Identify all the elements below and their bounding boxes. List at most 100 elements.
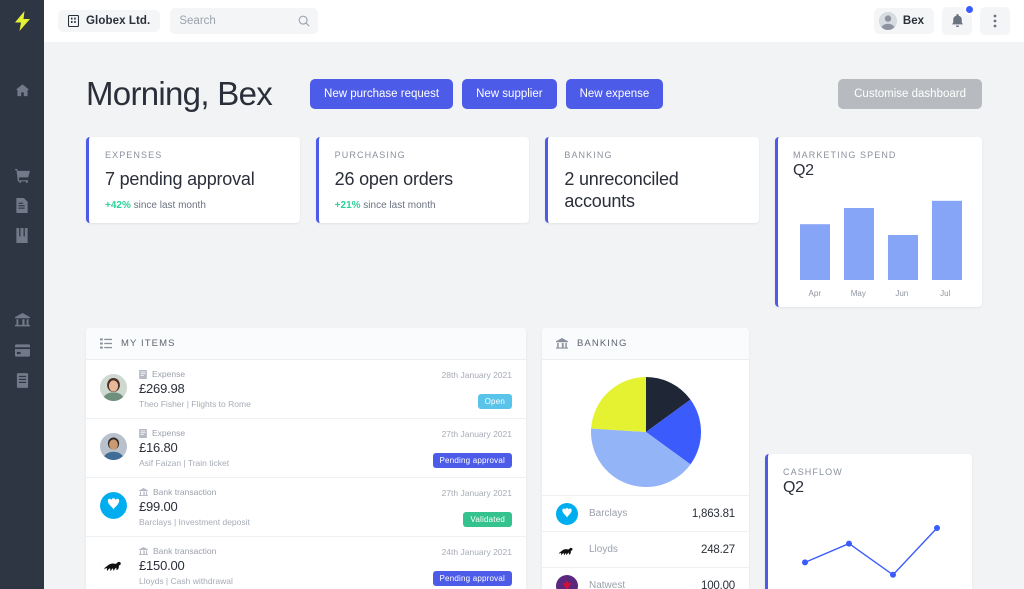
banking-panel: BANKING Barclays 1,863.81 Lloyds 248.27 Natw… (542, 328, 749, 589)
table-row[interactable]: Bank transaction £150.00 Lloyds | Cash wit… (86, 537, 526, 589)
topbar: Globex Ltd. Search Bex (44, 0, 1024, 42)
natwest-icon (556, 574, 578, 589)
pie-slice (590, 376, 646, 432)
item-body: Expense £269.98 Theo Fisher | Flights to R… (139, 369, 442, 409)
sidebar-nav (0, 75, 44, 395)
sidebar-item-cards[interactable] (0, 335, 44, 365)
stat-value: 2 unreconciled accounts (564, 169, 679, 211)
avatar (100, 433, 127, 460)
table-row[interactable]: Expense £269.98 Theo Fisher | Flights to R… (86, 360, 526, 419)
item-kind-label: Expense (152, 428, 186, 438)
status-badge: Open (477, 394, 512, 409)
building-icon (68, 15, 79, 27)
status-badge: Validated (463, 512, 512, 527)
stat-delta-suffix: since last month (130, 199, 206, 211)
marketing-spend-chart-card: MARKETING SPEND Q2 Apr May Jun Jul (775, 137, 983, 307)
layout-spacer (765, 328, 972, 438)
avatar (100, 492, 127, 519)
dashboard-app: Globex Ltd. Search Bex Morning, Bex New … (0, 0, 1024, 589)
search-input[interactable]: Search (170, 8, 319, 34)
sidebar-item-purchasing[interactable] (0, 160, 44, 190)
sidebar-item-ledger[interactable] (0, 220, 44, 250)
bank-name: Natwest (589, 580, 626, 589)
item-kind: Bank transaction (139, 546, 433, 556)
cashflow-chart-card: CASHFLOW Q2 Apr May Jun Jul (765, 454, 972, 589)
item-amount: £150.00 (139, 558, 185, 573)
dashboard-content: Morning, Bex New purchase request New su… (44, 42, 1024, 589)
bank-accounts-list: Barclays 1,863.81 Lloyds 248.27 Natwest 100.0… (542, 495, 749, 589)
banking-pie-chart (542, 360, 749, 495)
stat-delta: +21% since last month (335, 200, 514, 211)
sidebar (0, 0, 44, 589)
sidebar-item-home[interactable] (0, 75, 44, 105)
item-date: 27th January 2021 (441, 429, 512, 439)
charts-column: CASHFLOW Q2 Apr May Jun Jul (765, 328, 972, 589)
my-items-panel: MY ITEMS Expense £269.98 Theo Fisher | Fli… (86, 328, 526, 589)
main-column: Globex Ltd. Search Bex Morning, Bex New … (44, 0, 1024, 589)
sidebar-item-invoices[interactable] (0, 190, 44, 220)
item-meta: 27th January 2021 Pending approval (432, 428, 512, 468)
user-menu[interactable]: Bex (873, 8, 934, 34)
stat-card-banking[interactable]: BANKING 2 unreconciled accounts (545, 137, 760, 223)
data-point (890, 571, 896, 578)
my-items-list: Expense £269.98 Theo Fisher | Flights to R… (86, 360, 526, 589)
app-logo[interactable] (0, 0, 44, 42)
stat-label: BANKING (564, 150, 613, 160)
sidebar-item-banking[interactable] (0, 305, 44, 335)
bank-balance: 248.27 (701, 543, 735, 556)
stats-row: EXPENSES 7 pending approval +42% since l… (86, 137, 983, 307)
notification-dot (964, 4, 975, 15)
banking-header: BANKING (542, 328, 749, 360)
table-row[interactable]: Bank transaction £99.00 Barclays | Investm… (86, 478, 526, 537)
item-description: Asif Faizan | Train ticket (139, 458, 230, 468)
new-purchase-request-button[interactable]: New purchase request (310, 79, 454, 109)
data-point (802, 559, 808, 566)
bar-chart (793, 190, 967, 285)
org-switcher[interactable]: Globex Ltd. (58, 10, 161, 32)
more-menu-button[interactable] (980, 7, 1010, 35)
item-date: 24th January 2021 (441, 547, 512, 557)
bank-name: Lloyds (589, 544, 618, 555)
axis-tick: Jul (940, 289, 951, 298)
page-title: Morning, Bex (86, 75, 273, 112)
notifications-button[interactable] (942, 4, 975, 35)
stat-card-purchasing[interactable]: PURCHASING 26 open orders +21% since las… (315, 137, 530, 223)
item-kind: Expense (139, 369, 442, 379)
chart-kicker: CASHFLOW (783, 467, 843, 477)
pie-chart-svg (590, 376, 701, 487)
stat-value: 7 pending approval (105, 169, 255, 189)
list-item[interactable]: Natwest 100.00 (542, 567, 749, 589)
list-icon (16, 372, 28, 388)
barclays-eagle-icon (556, 502, 578, 525)
home-icon (15, 83, 29, 96)
org-name: Globex Ltd. (86, 15, 151, 27)
bank-icon (556, 337, 568, 350)
chart-period: Q2 (793, 162, 814, 179)
item-amount: £99.00 (139, 499, 178, 514)
item-kind: Bank transaction (139, 487, 442, 497)
stat-card-expenses[interactable]: EXPENSES 7 pending approval +42% since l… (86, 137, 300, 223)
quick-actions: New purchase request New supplier New ex… (310, 79, 664, 109)
sidebar-item-reports[interactable] (0, 365, 44, 395)
list-item[interactable]: Lloyds 248.27 (542, 531, 749, 567)
item-meta: 24th January 2021 Pending approval (432, 546, 512, 586)
list-icon (100, 338, 112, 349)
more-vertical-icon (993, 14, 997, 28)
card-icon (14, 343, 30, 357)
line-chart (783, 507, 957, 589)
new-supplier-button[interactable]: New supplier (462, 79, 557, 109)
item-kind: Expense (139, 428, 433, 438)
list-item[interactable]: Barclays 1,863.81 (542, 495, 749, 531)
item-kind-label: Bank transaction (153, 487, 217, 497)
customise-dashboard-button[interactable]: Customise dashboard (838, 79, 982, 109)
item-description: Theo Fisher | Flights to Rome (139, 399, 251, 409)
stat-value: 26 open orders (334, 169, 453, 189)
line-chart-svg (802, 525, 940, 578)
bar-chart-x-axis: Apr May Jun Jul (793, 289, 967, 298)
item-body: Bank transaction £150.00 Lloyds | Cash wit… (139, 546, 433, 586)
table-row[interactable]: Expense £16.80 Asif Faizan | Train ticket 2… (86, 419, 526, 478)
line-path (804, 527, 938, 576)
chart-kicker: MARKETING SPEND (793, 150, 897, 160)
new-expense-button[interactable]: New expense (565, 79, 664, 109)
item-amount: £269.98 (139, 381, 185, 396)
